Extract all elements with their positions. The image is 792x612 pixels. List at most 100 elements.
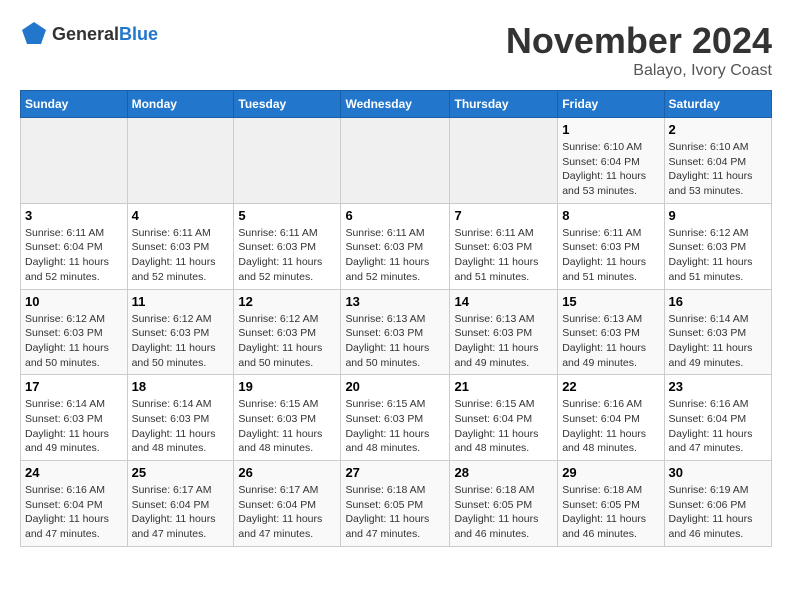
calendar-cell: 4 Sunrise: 6:11 AMSunset: 6:03 PMDaylight… bbox=[127, 203, 234, 289]
calendar-cell: 24 Sunrise: 6:16 AMSunset: 6:04 PMDayligh… bbox=[21, 461, 128, 547]
day-number: 8 bbox=[562, 208, 659, 223]
day-info: Sunrise: 6:11 AMSunset: 6:03 PMDaylight:… bbox=[454, 226, 553, 285]
calendar-cell: 12 Sunrise: 6:12 AMSunset: 6:03 PMDayligh… bbox=[234, 289, 341, 375]
day-number: 27 bbox=[345, 465, 445, 480]
day-info: Sunrise: 6:11 AMSunset: 6:04 PMDaylight:… bbox=[25, 226, 123, 285]
calendar-cell: 26 Sunrise: 6:17 AMSunset: 6:04 PMDayligh… bbox=[234, 461, 341, 547]
day-number: 10 bbox=[25, 294, 123, 309]
day-info: Sunrise: 6:15 AMSunset: 6:04 PMDaylight:… bbox=[454, 397, 553, 456]
calendar-cell: 29Sunrise: 6:18 AMSunset: 6:05 PMDayligh… bbox=[558, 461, 664, 547]
day-info: Sunrise: 6:11 AMSunset: 6:03 PMDaylight:… bbox=[132, 226, 230, 285]
day-info: Sunrise: 6:11 AMSunset: 6:03 PMDaylight:… bbox=[345, 226, 445, 285]
calendar-cell: 9 Sunrise: 6:12 AMSunset: 6:03 PMDaylight… bbox=[664, 203, 771, 289]
weekday-header-row: SundayMondayTuesdayWednesdayThursdayFrid… bbox=[21, 91, 772, 118]
day-number: 26 bbox=[238, 465, 336, 480]
weekday-header: Saturday bbox=[664, 91, 771, 118]
calendar-cell: 2Sunrise: 6:10 AMSunset: 6:04 PMDaylight… bbox=[664, 118, 771, 204]
weekday-header: Sunday bbox=[21, 91, 128, 118]
calendar-cell: 7 Sunrise: 6:11 AMSunset: 6:03 PMDaylight… bbox=[450, 203, 558, 289]
calendar-cell: 30Sunrise: 6:19 AMSunset: 6:06 PMDayligh… bbox=[664, 461, 771, 547]
day-number: 4 bbox=[132, 208, 230, 223]
day-info: Sunrise: 6:16 AMSunset: 6:04 PMDaylight:… bbox=[25, 483, 123, 542]
calendar-cell bbox=[341, 118, 450, 204]
day-number: 17 bbox=[25, 379, 123, 394]
day-number: 7 bbox=[454, 208, 553, 223]
day-info: Sunrise: 6:16 AMSunset: 6:04 PMDaylight:… bbox=[669, 397, 767, 456]
page-header: GeneralBlue November 2024 Balayo, Ivory … bbox=[20, 20, 772, 80]
logo-blue: Blue bbox=[119, 24, 158, 44]
calendar-cell: 5 Sunrise: 6:11 AMSunset: 6:03 PMDaylight… bbox=[234, 203, 341, 289]
day-number: 1 bbox=[562, 122, 659, 137]
day-number: 5 bbox=[238, 208, 336, 223]
day-info: Sunrise: 6:13 AMSunset: 6:03 PMDaylight:… bbox=[454, 312, 553, 371]
day-number: 11 bbox=[132, 294, 230, 309]
day-info: Sunrise: 6:10 AMSunset: 6:04 PMDaylight:… bbox=[562, 140, 659, 199]
weekday-header: Monday bbox=[127, 91, 234, 118]
day-info: Sunrise: 6:17 AMSunset: 6:04 PMDaylight:… bbox=[132, 483, 230, 542]
calendar-cell: 16Sunrise: 6:14 AMSunset: 6:03 PMDayligh… bbox=[664, 289, 771, 375]
calendar-cell: 3 Sunrise: 6:11 AMSunset: 6:04 PMDaylight… bbox=[21, 203, 128, 289]
weekday-header: Thursday bbox=[450, 91, 558, 118]
day-info: Sunrise: 6:15 AMSunset: 6:03 PMDaylight:… bbox=[238, 397, 336, 456]
calendar-week-row: 3 Sunrise: 6:11 AMSunset: 6:04 PMDaylight… bbox=[21, 203, 772, 289]
calendar-cell: 18 Sunrise: 6:14 AMSunset: 6:03 PMDayligh… bbox=[127, 375, 234, 461]
day-info: Sunrise: 6:12 AMSunset: 6:03 PMDaylight:… bbox=[132, 312, 230, 371]
day-number: 25 bbox=[132, 465, 230, 480]
day-info: Sunrise: 6:11 AMSunset: 6:03 PMDaylight:… bbox=[238, 226, 336, 285]
weekday-header: Tuesday bbox=[234, 91, 341, 118]
day-number: 18 bbox=[132, 379, 230, 394]
day-info: Sunrise: 6:12 AMSunset: 6:03 PMDaylight:… bbox=[25, 312, 123, 371]
day-info: Sunrise: 6:14 AMSunset: 6:03 PMDaylight:… bbox=[132, 397, 230, 456]
calendar-cell: 27 Sunrise: 6:18 AMSunset: 6:05 PMDayligh… bbox=[341, 461, 450, 547]
day-number: 13 bbox=[345, 294, 445, 309]
calendar-week-row: 1 Sunrise: 6:10 AMSunset: 6:04 PMDaylight… bbox=[21, 118, 772, 204]
day-info: Sunrise: 6:18 AMSunset: 6:05 PMDaylight:… bbox=[345, 483, 445, 542]
calendar-cell bbox=[450, 118, 558, 204]
day-number: 15 bbox=[562, 294, 659, 309]
day-info: Sunrise: 6:18 AMSunset: 6:05 PMDaylight:… bbox=[454, 483, 553, 542]
day-number: 14 bbox=[454, 294, 553, 309]
calendar-cell: 10 Sunrise: 6:12 AMSunset: 6:03 PMDayligh… bbox=[21, 289, 128, 375]
month-title: November 2024 bbox=[506, 20, 772, 62]
logo-general: General bbox=[52, 24, 119, 44]
calendar-table: SundayMondayTuesdayWednesdayThursdayFrid… bbox=[20, 90, 772, 547]
calendar-week-row: 10 Sunrise: 6:12 AMSunset: 6:03 PMDayligh… bbox=[21, 289, 772, 375]
day-info: Sunrise: 6:10 AMSunset: 6:04 PMDaylight:… bbox=[669, 140, 767, 199]
day-info: Sunrise: 6:13 AMSunset: 6:03 PMDaylight:… bbox=[562, 312, 659, 371]
day-number: 29 bbox=[562, 465, 659, 480]
day-number: 9 bbox=[669, 208, 767, 223]
calendar-cell: 8Sunrise: 6:11 AMSunset: 6:03 PMDaylight… bbox=[558, 203, 664, 289]
weekday-header: Friday bbox=[558, 91, 664, 118]
calendar-cell: 21Sunrise: 6:15 AMSunset: 6:04 PMDayligh… bbox=[450, 375, 558, 461]
calendar-cell: 13Sunrise: 6:13 AMSunset: 6:03 PMDayligh… bbox=[341, 289, 450, 375]
logo: GeneralBlue bbox=[20, 20, 158, 48]
day-number: 16 bbox=[669, 294, 767, 309]
day-number: 20 bbox=[345, 379, 445, 394]
day-number: 28 bbox=[454, 465, 553, 480]
calendar-cell: 6 Sunrise: 6:11 AMSunset: 6:03 PMDaylight… bbox=[341, 203, 450, 289]
calendar-week-row: 24 Sunrise: 6:16 AMSunset: 6:04 PMDayligh… bbox=[21, 461, 772, 547]
day-number: 12 bbox=[238, 294, 336, 309]
calendar-cell: 28 Sunrise: 6:18 AMSunset: 6:05 PMDayligh… bbox=[450, 461, 558, 547]
logo-icon bbox=[20, 20, 48, 48]
day-info: Sunrise: 6:12 AMSunset: 6:03 PMDaylight:… bbox=[669, 226, 767, 285]
calendar-cell: 1 Sunrise: 6:10 AMSunset: 6:04 PMDaylight… bbox=[558, 118, 664, 204]
day-info: Sunrise: 6:16 AMSunset: 6:04 PMDaylight:… bbox=[562, 397, 659, 456]
day-info: Sunrise: 6:17 AMSunset: 6:04 PMDaylight:… bbox=[238, 483, 336, 542]
location: Balayo, Ivory Coast bbox=[506, 62, 772, 80]
day-number: 19 bbox=[238, 379, 336, 394]
calendar-cell: 20 Sunrise: 6:15 AMSunset: 6:03 PMDayligh… bbox=[341, 375, 450, 461]
calendar-cell: 11 Sunrise: 6:12 AMSunset: 6:03 PMDayligh… bbox=[127, 289, 234, 375]
calendar-week-row: 17 Sunrise: 6:14 AMSunset: 6:03 PMDayligh… bbox=[21, 375, 772, 461]
day-info: Sunrise: 6:14 AMSunset: 6:03 PMDaylight:… bbox=[25, 397, 123, 456]
day-number: 3 bbox=[25, 208, 123, 223]
day-info: Sunrise: 6:15 AMSunset: 6:03 PMDaylight:… bbox=[345, 397, 445, 456]
calendar-cell: 15 Sunrise: 6:13 AMSunset: 6:03 PMDayligh… bbox=[558, 289, 664, 375]
weekday-header: Wednesday bbox=[341, 91, 450, 118]
calendar-cell bbox=[234, 118, 341, 204]
calendar-cell: 19 Sunrise: 6:15 AMSunset: 6:03 PMDayligh… bbox=[234, 375, 341, 461]
day-number: 24 bbox=[25, 465, 123, 480]
day-info: Sunrise: 6:12 AMSunset: 6:03 PMDaylight:… bbox=[238, 312, 336, 371]
day-number: 6 bbox=[345, 208, 445, 223]
calendar-cell bbox=[127, 118, 234, 204]
